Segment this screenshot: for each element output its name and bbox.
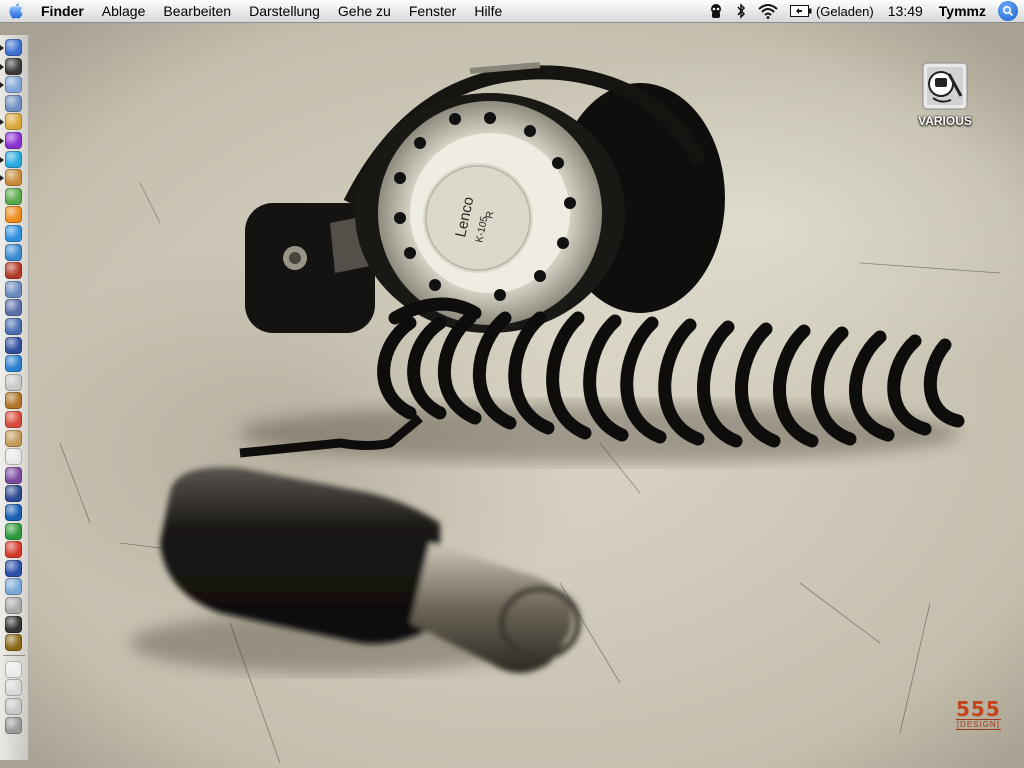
dock-terminal-app-icon[interactable] xyxy=(5,485,22,503)
dock-safari-icon[interactable] xyxy=(5,225,22,242)
menu-hilfe[interactable]: Hilfe xyxy=(465,0,511,22)
dock-preview-icon[interactable] xyxy=(5,318,22,335)
wallpaper-image: Lenco K-105 R xyxy=(59,62,1001,764)
menu-gehe-zu[interactable]: Gehe zu xyxy=(329,0,400,22)
dock-iphoto-icon[interactable] xyxy=(5,280,22,298)
status-menu-icon[interactable] xyxy=(702,0,730,22)
user-menu[interactable]: Tymmz xyxy=(931,0,994,22)
dock-running-indicator xyxy=(0,156,4,163)
dock-ical-icon[interactable] xyxy=(5,113,22,131)
dock-separator xyxy=(3,654,25,656)
bluetooth-icon[interactable] xyxy=(730,0,752,22)
dock-photo-booth-icon[interactable] xyxy=(5,262,22,280)
menu-ablage[interactable]: Ablage xyxy=(93,0,155,22)
dock-globe-2-icon[interactable] xyxy=(5,578,22,596)
menu-clock[interactable]: 13:49 xyxy=(880,0,931,22)
dock-garageband-icon[interactable] xyxy=(5,373,22,391)
dock-tool-icon[interactable] xyxy=(5,541,22,559)
dock-downloads-stack-icon[interactable] xyxy=(5,679,22,697)
dock-utility-icon[interactable] xyxy=(5,187,22,205)
dock-vlc-icon[interactable] xyxy=(5,206,22,224)
dock-world-of-warcraft-icon[interactable] xyxy=(5,634,22,652)
spotlight-icon[interactable] xyxy=(998,1,1018,21)
desktop[interactable]: Lenco K-105 R VARIOUS 555 [DESIGN] xyxy=(0,23,1024,768)
wifi-icon[interactable] xyxy=(752,0,784,22)
dock-dashboard-icon[interactable] xyxy=(5,57,22,75)
dock-running-indicator xyxy=(0,138,4,144)
menu-finder[interactable]: Finder xyxy=(32,0,93,22)
dock-system-preferences-icon[interactable] xyxy=(5,243,22,261)
dock-paint-icon[interactable] xyxy=(5,466,22,484)
dock-textedit-icon[interactable] xyxy=(5,448,22,466)
dock-calendar-icon[interactable] xyxy=(5,411,22,428)
dock-quicktime-icon[interactable] xyxy=(5,336,22,354)
dock-running-indicator xyxy=(0,45,4,51)
dock-plane-icon[interactable] xyxy=(5,559,22,577)
wallpaper-brand-mark: 555 [DESIGN] xyxy=(956,699,1001,730)
dock-guitar-icon[interactable] xyxy=(5,392,22,410)
dock-terminal-icon[interactable] xyxy=(5,615,22,633)
menu-darstellung[interactable]: Darstellung xyxy=(240,0,329,22)
dock-applications-stack-icon[interactable] xyxy=(5,698,22,715)
menu-bar: Finder Ablage Bearbeiten Darstellung Geh… xyxy=(0,0,1024,23)
dock-itunes-icon[interactable] xyxy=(5,132,22,149)
disk-image-icon xyxy=(919,60,971,112)
dock xyxy=(0,35,29,760)
dock-excel-icon[interactable] xyxy=(5,522,22,540)
dock-skype-icon[interactable] xyxy=(5,150,22,168)
dock-trash-icon[interactable] xyxy=(5,716,22,734)
dock-imovie-icon[interactable] xyxy=(5,299,22,317)
dock-notebook-icon[interactable] xyxy=(5,429,22,447)
brand-tag: [DESIGN] xyxy=(956,719,1001,730)
dock-mail-icon[interactable] xyxy=(5,76,22,94)
dock-automator-icon[interactable] xyxy=(5,169,22,187)
battery-icon xyxy=(789,5,812,17)
battery-status[interactable]: (Geladen) xyxy=(784,0,880,22)
dock-address-book-icon[interactable] xyxy=(5,94,22,112)
dock-documents-stack-icon[interactable] xyxy=(5,660,22,678)
status-area: (Geladen) 13:49 Tymmz xyxy=(702,0,1024,22)
dock-dreamweaver-icon[interactable] xyxy=(5,504,22,521)
dock-globe-icon[interactable] xyxy=(5,355,22,373)
dock-running-indicator xyxy=(0,63,4,70)
dock-airport-icon[interactable] xyxy=(5,597,22,614)
dock-running-indicator xyxy=(0,119,4,126)
menu-bearbeiten[interactable]: Bearbeiten xyxy=(154,0,240,22)
dock-running-indicator xyxy=(0,82,4,89)
dock-finder-icon[interactable] xyxy=(5,39,22,56)
desktop-item-label: VARIOUS xyxy=(918,114,972,128)
apple-menu-icon[interactable] xyxy=(0,0,32,22)
brand-number: 555 xyxy=(956,697,1001,721)
battery-text: (Geladen) xyxy=(815,3,874,19)
desktop-item-various[interactable]: VARIOUS xyxy=(912,60,978,128)
dock-running-indicator xyxy=(0,175,4,182)
menu-fenster[interactable]: Fenster xyxy=(400,0,465,22)
